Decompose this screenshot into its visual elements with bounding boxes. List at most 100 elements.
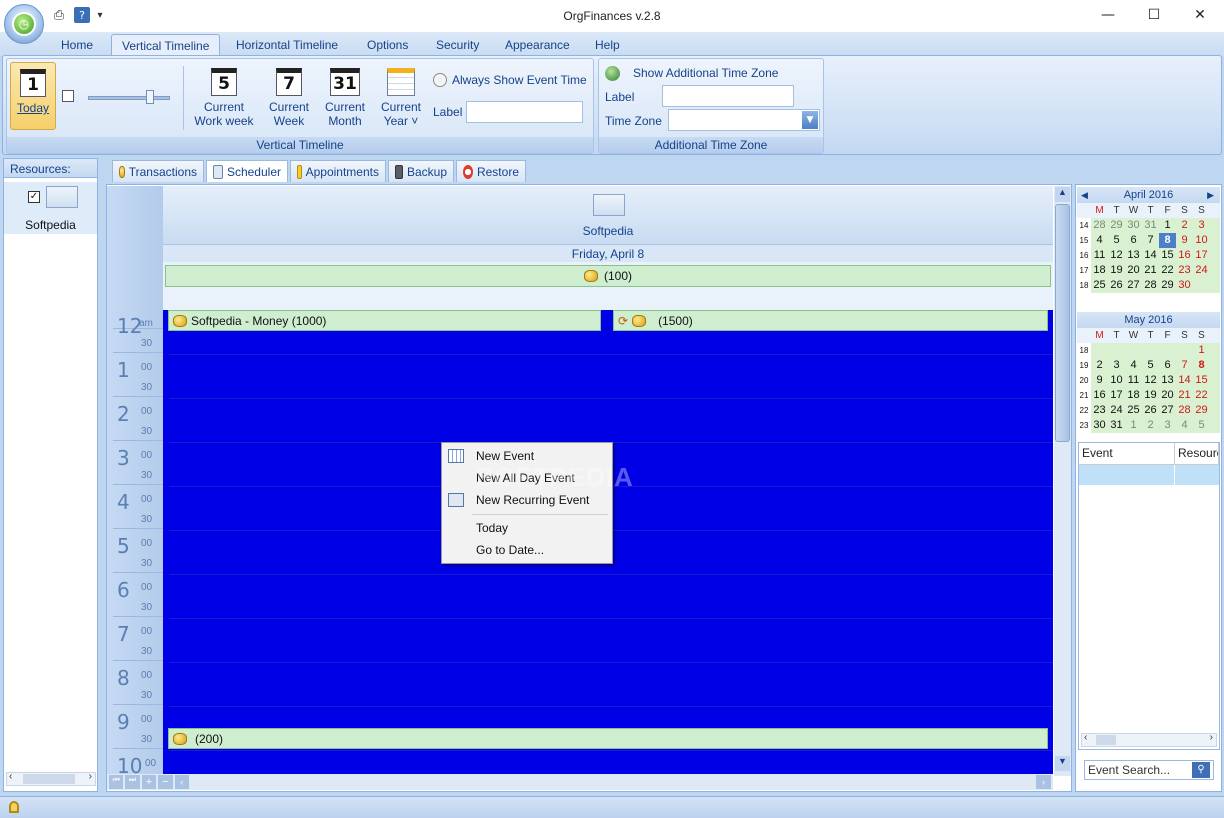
resources-scrollbar[interactable]: ‹ ›	[6, 771, 96, 786]
tab-security[interactable]: Security	[426, 34, 489, 56]
today-date: 8	[1159, 233, 1176, 248]
chevron-right-icon[interactable]: ▶	[1207, 187, 1214, 203]
menu-item-go-to-date[interactable]: Go to Date...	[444, 539, 610, 561]
resource-item[interactable]: ✓ Softpedia	[4, 182, 97, 234]
printer-icon[interactable]: ⎙	[48, 5, 70, 25]
event-list[interactable]: Event Resource ‹ ›	[1078, 442, 1220, 750]
show-additional-time-zone-toggle[interactable]: Show Additional Time Zone	[633, 66, 778, 80]
event-list-header: Event Resource	[1079, 443, 1219, 465]
menu-item-new-recurring-event[interactable]: New Recurring Event	[444, 489, 610, 511]
minus-icon[interactable]: −	[158, 775, 173, 789]
minute-label: 00	[141, 538, 153, 549]
scroll-thumb[interactable]	[1055, 204, 1070, 442]
navigation-buttons: ⏮ ⏭ + − ‹	[109, 775, 190, 789]
close-button[interactable]: ✕	[1177, 0, 1223, 30]
globe-icon	[605, 66, 620, 81]
tab-appointments[interactable]: Appointments	[290, 160, 386, 182]
tab-home[interactable]: Home	[51, 34, 103, 56]
hour-label: 4	[117, 490, 130, 514]
minute-label: 00	[145, 758, 157, 769]
tab-vertical-timeline[interactable]: Vertical Timeline	[111, 34, 221, 56]
event-item[interactable]: (200)	[168, 728, 1048, 749]
menu-item-new-all-day-event[interactable]: New All Day Event	[444, 467, 610, 489]
chevron-down-icon[interactable]: ▼	[1055, 756, 1070, 771]
scheduler-vertical-scrollbar[interactable]: ▲ ▼	[1054, 186, 1071, 776]
menu-label: New Event	[476, 449, 535, 463]
tab-restore[interactable]: Restore	[456, 160, 526, 182]
minute-label: 00	[141, 626, 153, 637]
month-title: April 2016	[1123, 189, 1174, 201]
last-icon[interactable]: ⏭	[125, 775, 140, 789]
help-icon[interactable]: ?	[74, 7, 90, 23]
minimize-button[interactable]: —	[1085, 0, 1131, 30]
zoom-slider-thumb[interactable]	[146, 90, 154, 104]
coins-icon	[173, 732, 187, 745]
tab-horizontal-timeline[interactable]: Horizontal Timeline	[226, 34, 348, 56]
coins-icon	[632, 314, 647, 327]
group-label: Vertical Timeline	[7, 137, 593, 153]
chevron-down-icon[interactable]: ▼	[802, 111, 818, 129]
binoculars-icon[interactable]: ⚲	[1192, 762, 1210, 778]
chevron-right-icon[interactable]: ›	[1036, 775, 1051, 789]
label-input[interactable]	[466, 101, 583, 123]
tab-help[interactable]: Help	[585, 34, 630, 56]
event-label: (200)	[195, 731, 224, 746]
calendar-days[interactable]: 18 1 19 2 3 4 5 6 7 8 20 9 10 11 12 13 14 15 21 16 17 18 19…	[1077, 343, 1220, 433]
menu-item-today[interactable]: Today	[444, 517, 610, 539]
minute-label: 00	[141, 582, 153, 593]
resource-header: Softpedia	[163, 186, 1053, 244]
current-week-button[interactable]: 7 Current Week	[264, 68, 314, 128]
current-year-button[interactable]: Current Year ˅	[376, 68, 426, 128]
column-resource[interactable]: Resource	[1175, 443, 1219, 464]
minute-label: 00	[141, 494, 153, 505]
chevron-right-icon[interactable]: ›	[1210, 732, 1213, 743]
maximize-button[interactable]: ☐	[1131, 0, 1177, 30]
menu-separator	[472, 514, 608, 515]
resource-checkbox[interactable]: ✓	[28, 191, 40, 203]
first-icon[interactable]: ⏮	[109, 775, 124, 789]
event-label: (1500)	[658, 313, 693, 328]
zoom-slider[interactable]	[88, 96, 170, 100]
menu-label: Go to Date...	[476, 543, 545, 557]
current-month-button[interactable]: 31 Current Month	[320, 68, 370, 128]
chevron-left-icon[interactable]: ‹	[9, 771, 12, 782]
chevron-left-icon[interactable]: ◀	[1081, 187, 1088, 203]
always-show-event-time-toggle[interactable]: Always Show Event Time	[452, 73, 587, 87]
column-event[interactable]: Event	[1079, 443, 1175, 464]
application-menu-button[interactable]: ◷	[4, 4, 44, 44]
chevron-left-icon[interactable]: ‹	[1084, 732, 1087, 743]
event-list-row[interactable]	[1079, 465, 1219, 485]
hour-label: 3	[117, 446, 130, 470]
plus-icon[interactable]: +	[141, 775, 157, 789]
chevron-up-icon[interactable]: ▲	[1055, 187, 1070, 202]
current-work-week-button[interactable]: 5 Current Work week	[192, 68, 256, 128]
ribbon-divider	[183, 66, 184, 130]
tab-backup[interactable]: Backup	[388, 160, 454, 182]
tab-transactions[interactable]: Transactions	[112, 160, 204, 182]
label-caption: Label	[433, 105, 463, 119]
event-item[interactable]: ⟳ (1500)	[613, 310, 1048, 331]
clock-icon	[433, 73, 447, 87]
chevron-left-icon[interactable]: ‹	[174, 775, 190, 789]
tab-appearance[interactable]: Appearance	[495, 34, 580, 56]
lock-icon	[9, 801, 19, 813]
scroll-thumb[interactable]	[23, 774, 75, 784]
today-button[interactable]: 1 Today	[10, 62, 56, 130]
minute-label: 00	[141, 714, 153, 725]
chevron-right-icon[interactable]: ›	[89, 771, 92, 782]
calendar-icon: 1	[20, 69, 46, 97]
scroll-thumb[interactable]	[1096, 735, 1116, 745]
tz-label-input[interactable]	[662, 85, 794, 107]
menu-item-new-event[interactable]: New Event	[444, 445, 610, 467]
calendar-days[interactable]: 14 28 29 30 31 1 2 3 15 4 5 6 7 8 9 10 16 11 12 13 14 15 16 1…	[1077, 218, 1220, 293]
hour-label: 6	[117, 578, 130, 602]
qat-dropdown-button[interactable]: ▾	[94, 5, 106, 25]
event-item[interactable]: Softpedia - Money (1000)	[168, 310, 601, 331]
tab-options[interactable]: Options	[357, 34, 418, 56]
all-day-event[interactable]: (100)	[165, 265, 1051, 287]
tab-scheduler[interactable]: Scheduler	[206, 160, 288, 182]
month-title: May 2016	[1124, 314, 1173, 326]
event-list-scrollbar[interactable]: ‹ ›	[1081, 732, 1217, 747]
hour-label: 7	[117, 622, 130, 646]
time-zone-select[interactable]: ▼	[668, 109, 820, 131]
